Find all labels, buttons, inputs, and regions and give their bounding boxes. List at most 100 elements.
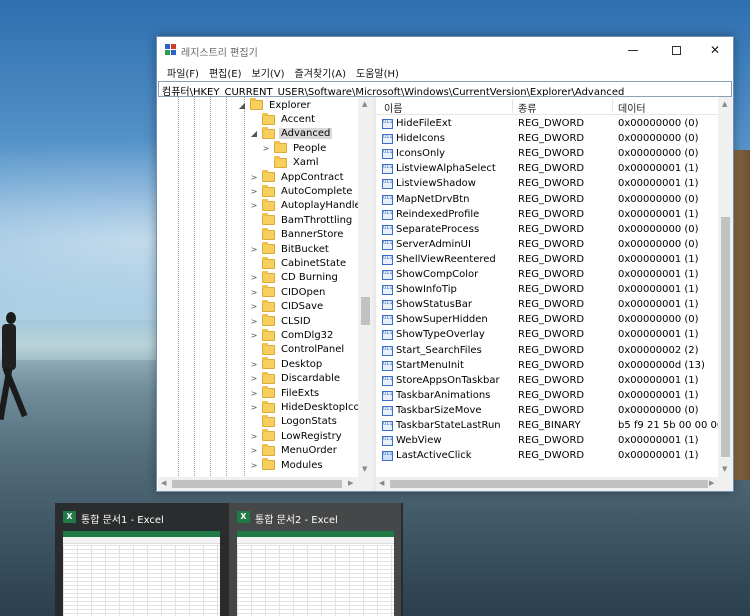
column-header-type[interactable]: 종류 <box>518 100 536 115</box>
tree-item[interactable]: > LowRegistry <box>250 429 344 443</box>
tree-item[interactable]: > FileExts <box>250 386 321 400</box>
tree-expander-icon[interactable]: > <box>250 201 258 210</box>
scroll-right-icon[interactable]: ▶ <box>709 479 714 487</box>
table-row[interactable]: 011 110ShowCompColor REG_DWORD 0x00000001 … <box>376 268 718 283</box>
tree-expander-icon[interactable]: > <box>262 144 270 153</box>
tree-expander-icon[interactable]: > <box>250 446 258 455</box>
table-row[interactable]: 011 110ListviewShadow REG_DWORD 0x00000001… <box>376 177 718 192</box>
table-row[interactable]: 011 110IconsOnly REG_DWORD 0x00000000 (0) <box>376 147 718 162</box>
table-row[interactable]: 011 110TaskbarAnimations REG_DWORD 0x00000… <box>376 389 718 404</box>
tree-expander-icon[interactable]: > <box>250 173 258 182</box>
address-bar[interactable]: 컴퓨터\HKEY_CURRENT_USER\Software\Microsoft… <box>158 81 732 97</box>
tree-item[interactable]: > CD Burning <box>250 270 340 285</box>
scroll-down-icon[interactable]: ▼ <box>362 465 367 473</box>
column-divider[interactable] <box>512 99 513 113</box>
tree-item[interactable]: BannerStore <box>250 227 345 242</box>
scroll-up-icon[interactable]: ▲ <box>722 100 727 108</box>
tree-expander-icon[interactable]: > <box>250 317 258 326</box>
tree-expander-icon[interactable]: > <box>250 432 258 441</box>
tree-expander-icon[interactable]: > <box>250 374 258 383</box>
tree-expander-icon[interactable]: > <box>250 302 258 311</box>
menu-file[interactable]: 파일(F) <box>162 63 204 81</box>
table-row[interactable]: 011 110ShowInfoTip REG_DWORD 0x00000001 (1… <box>376 283 718 298</box>
tree-item[interactable]: CabinetState <box>250 256 348 270</box>
table-row[interactable]: 011 110ListviewAlphaSelect REG_DWORD 0x000… <box>376 162 718 177</box>
minimize-button[interactable] <box>613 37 653 63</box>
tree-expander-icon[interactable]: ◢ <box>238 101 246 110</box>
tree-expander-icon[interactable]: > <box>250 273 258 282</box>
table-row[interactable]: 011 110StoreAppsOnTaskbar REG_DWORD 0x0000… <box>376 374 718 389</box>
table-row[interactable]: 011 110LastActiveClick REG_DWORD 0x0000000… <box>376 449 718 464</box>
list-hscroll-thumb[interactable] <box>390 480 708 488</box>
tree-item[interactable]: > People <box>262 141 328 155</box>
tree-hscroll-thumb[interactable] <box>172 480 342 488</box>
taskbar-preview-excel-2[interactable]: X 통합 문서2 - Excel <box>229 503 401 616</box>
title-bar[interactable]: 레지스트리 편집기 ✕ <box>157 37 733 63</box>
table-row[interactable]: 011 110TaskbarStateLastRun REG_BINARY b5 f… <box>376 419 733 434</box>
scroll-down-icon[interactable]: ▼ <box>722 465 727 473</box>
table-row[interactable]: 011 110ShowSuperHidden REG_DWORD 0x0000000… <box>376 313 718 328</box>
tree-expander-icon[interactable]: > <box>250 187 258 196</box>
tree-item[interactable]: > Desktop <box>250 357 324 371</box>
tree-item[interactable]: Accent <box>250 112 317 126</box>
tree-expander-icon[interactable]: > <box>250 461 258 470</box>
tree-expander-icon[interactable]: > <box>250 331 258 340</box>
table-row[interactable]: 011 110ShellViewReentered REG_DWORD 0x0000… <box>376 253 718 268</box>
scroll-left-icon[interactable]: ◀ <box>379 479 384 487</box>
tree-expander-icon[interactable]: ◢ <box>250 129 258 138</box>
list-vertical-scrollbar[interactable]: ▲ ▼ <box>718 97 733 477</box>
table-row[interactable]: 011 110WebView REG_DWORD 0x00000001 (1) <box>376 434 718 449</box>
table-row[interactable]: 011 110ReindexedProfile REG_DWORD 0x000000… <box>376 208 718 223</box>
table-row[interactable]: 011 110Start_SearchFiles REG_DWORD 0x00000… <box>376 344 718 359</box>
menu-favorites[interactable]: 즐겨찾기(A) <box>290 63 351 81</box>
table-row[interactable]: 011 110HideIcons REG_DWORD 0x00000000 (0) <box>376 132 718 147</box>
tree-item[interactable]: LogonStats <box>250 414 339 429</box>
tree-item[interactable]: Xaml <box>262 155 321 170</box>
table-row[interactable]: 011 110SeparateProcess REG_DWORD 0x0000000… <box>376 223 718 238</box>
column-divider[interactable] <box>612 99 613 113</box>
list-horizontal-scrollbar[interactable]: ◀ ▶ <box>376 477 733 491</box>
tree-expander-icon[interactable]: > <box>250 403 258 412</box>
tree-item[interactable]: ◢ Explorer <box>238 98 313 112</box>
tree-item[interactable]: > BitBucket <box>250 242 331 256</box>
tree-item[interactable]: ControlPanel <box>250 342 346 357</box>
scroll-up-icon[interactable]: ▲ <box>362 100 367 108</box>
values-list-pane[interactable]: 이름 종류 데이터 011 110HideFileExtREG_DWORD0x0… <box>376 97 733 491</box>
tree-expander-icon[interactable]: > <box>250 288 258 297</box>
column-header-name[interactable]: 이름 <box>384 100 402 115</box>
tree-item[interactable]: > CIDOpen <box>250 285 327 299</box>
key-tree-pane[interactable]: ◢ Explorer Accent ◢ Advanced > People Xaml > AppC… <box>158 97 373 491</box>
tree-item[interactable]: > AutoComplete <box>250 184 354 198</box>
tree-item[interactable]: > AppContract <box>250 170 346 184</box>
scroll-left-icon[interactable]: ◀ <box>161 479 166 487</box>
tree-horizontal-scrollbar[interactable]: ◀ ▶ <box>158 477 373 491</box>
tree-expander-icon[interactable]: > <box>250 245 258 254</box>
table-row[interactable]: 011 110MapNetDrvBtn REG_DWORD 0x00000000 (… <box>376 193 718 208</box>
table-row[interactable]: 011 110HideFileExt REG_DWORD 0x00000000 (0… <box>376 117 718 132</box>
table-row[interactable]: 011 110StartMenuInit REG_DWORD 0x0000000d … <box>376 359 718 374</box>
tree-expander-icon[interactable]: > <box>250 360 258 369</box>
tree-item[interactable]: > Discardable <box>250 371 342 386</box>
tree-item[interactable]: ◢ Advanced <box>250 126 333 141</box>
table-row[interactable]: 011 110ShowTypeOverlay REG_DWORD 0x0000000… <box>376 328 718 343</box>
tree-item[interactable]: BamThrottling <box>250 213 354 227</box>
column-header-data[interactable]: 데이터 <box>618 100 646 115</box>
tree-vertical-scrollbar[interactable]: ▲ ▼ <box>358 97 373 477</box>
tree-item[interactable]: > AutoplayHandlers <box>250 198 372 213</box>
menu-edit[interactable]: 편집(E) <box>204 63 247 81</box>
taskbar-preview-excel-1[interactable]: X 통합 문서1 - Excel <box>55 503 227 616</box>
table-row[interactable]: 011 110ShowStatusBar REG_DWORD 0x00000001 … <box>376 298 718 313</box>
tree-item[interactable]: > MenuOrder <box>250 443 339 458</box>
tree-item[interactable]: > ComDlg32 <box>250 328 335 342</box>
tree-item[interactable]: > HideDesktopIcons <box>250 400 373 414</box>
table-row[interactable]: 011 110ServerAdminUI REG_DWORD 0x00000000 … <box>376 238 718 253</box>
scroll-right-icon[interactable]: ▶ <box>348 479 353 487</box>
menu-help[interactable]: 도움말(H) <box>351 63 404 81</box>
menu-view[interactable]: 보기(V) <box>247 63 290 81</box>
list-scroll-thumb[interactable] <box>721 217 730 457</box>
table-row[interactable]: 011 110TaskbarSizeMove REG_DWORD 0x0000000… <box>376 404 718 419</box>
tree-expander-icon[interactable]: > <box>250 389 258 398</box>
tree-item[interactable]: > CIDSave <box>250 299 325 314</box>
tree-item[interactable]: > Modules <box>250 458 325 472</box>
tree-item[interactable]: > CLSID <box>250 314 313 328</box>
